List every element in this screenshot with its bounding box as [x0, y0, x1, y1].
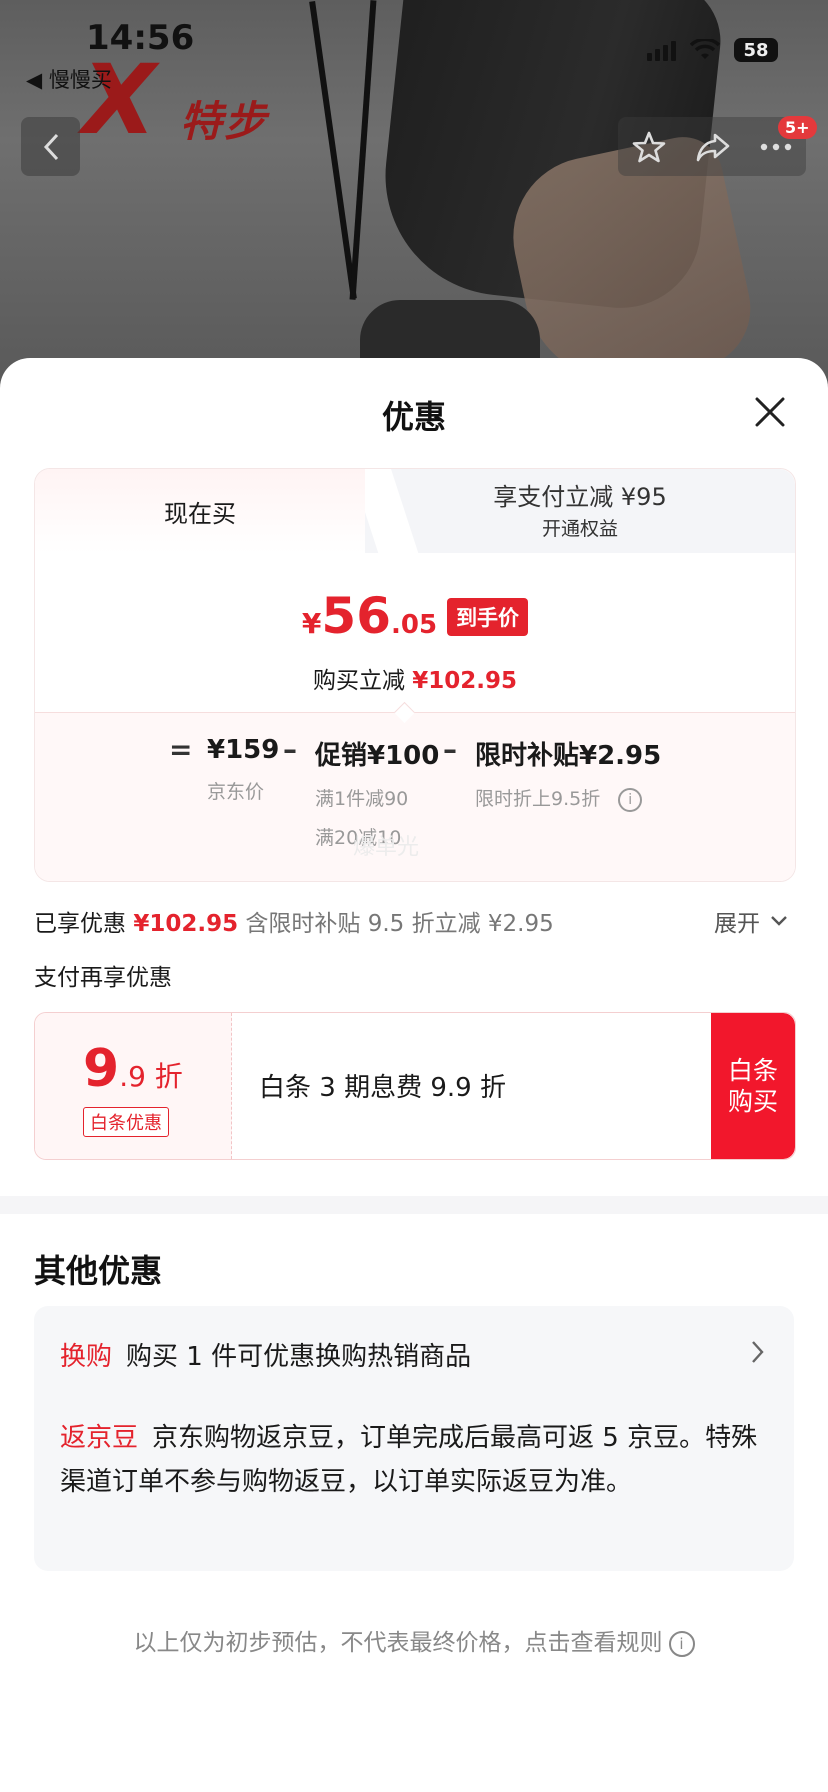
more-badge: 5+ — [778, 116, 817, 139]
promo-rule-1: 满1件减90 — [315, 788, 409, 810]
shoelace-shape — [349, 0, 377, 300]
equals-sign: = — [169, 733, 193, 766]
discount-sheet: 优惠 享支付立减 ¥95 开通权益 现在买 ¥56.05 到手价 购买立减 ¥1… — [0, 358, 828, 1792]
status-time: 14:56 — [86, 18, 195, 58]
price-breakdown: = ¥159 京东价 – 促销¥100 满1件减90 满20减10 – 限时补贴… — [35, 713, 795, 881]
section-divider — [0, 1196, 828, 1214]
shoelace-shape — [309, 1, 357, 299]
tab-pay-benefit[interactable]: 享支付立减 ¥95 开通权益 — [365, 469, 795, 553]
enjoyed-discount: 已享优惠 ¥102.95 含限时补贴 9.5 折立减 ¥2.95 — [34, 904, 554, 938]
other-offers-title: 其他优惠 — [34, 1252, 163, 1290]
swap-offer-row[interactable]: 换购 购买 1 件可优惠换购热销商品 — [60, 1336, 471, 1373]
swap-text: 购买 1 件可优惠换购热销商品 — [126, 1342, 472, 1372]
buy-line-2: 购买 — [727, 1087, 778, 1116]
sheet-title: 优惠 — [381, 398, 446, 436]
promo-amount: 促销¥100 — [315, 741, 440, 771]
expand-button[interactable]: 展开 — [714, 904, 788, 938]
subsidy-item: 限时补贴¥2.95 限时折上9.5折 i — [475, 735, 661, 812]
more-icon[interactable] — [760, 142, 792, 152]
jingdou-label: 返京豆 — [60, 1423, 139, 1453]
status-icons: 58 — [647, 38, 778, 62]
close-icon[interactable] — [752, 394, 788, 430]
enjoyed-label: 已享优惠 — [34, 911, 126, 937]
saving-amount: ¥102.95 — [412, 668, 518, 694]
tab-pay-subtitle: 开通权益 — [541, 518, 618, 540]
baitiao-buy-button[interactable]: 白条 购买 — [711, 1013, 795, 1159]
tab-buy-now[interactable]: 现在买 — [35, 469, 365, 553]
watermark-text: 爆单光 — [353, 835, 420, 860]
wifi-icon — [690, 39, 720, 59]
brand-logo-name: 特步 — [180, 97, 269, 146]
rules-disclaimer[interactable]: 以上仅为初步预估，不代表最终价格，点击查看规则 i — [0, 1623, 828, 1657]
back-button[interactable] — [21, 117, 80, 176]
enjoyed-note: 含限时补贴 9.5 折立减 ¥2.95 — [245, 911, 554, 937]
baitiao-description: 白条 3 期息费 9.9 折 — [259, 1073, 506, 1103]
instant-saving: 购买立减 ¥102.95 — [35, 661, 795, 695]
expand-label: 展开 — [714, 911, 760, 937]
jingdou-offer-row: 返京豆 京东购物返京豆，订单完成后最高可返 5 京豆。特殊渠道订单不参与购物返豆，… — [60, 1416, 760, 1504]
chevron-right-icon[interactable] — [750, 1338, 766, 1366]
back-to-app-link[interactable]: ◀ 慢慢买 — [26, 64, 112, 94]
star-icon[interactable] — [632, 130, 666, 164]
baitiao-discount: 9.9 折 — [83, 1039, 183, 1099]
share-icon[interactable] — [695, 131, 731, 163]
baitiao-offer-card[interactable]: 9.9 折 白条优惠 白条 3 期息费 9.9 折 白条 购买 — [34, 1012, 796, 1160]
saving-label: 购买立减 — [312, 668, 405, 694]
price-integer: 56 — [321, 587, 391, 645]
chevron-left-icon — [43, 133, 58, 160]
enjoyed-amount: ¥102.95 — [133, 911, 239, 937]
signal-icon — [647, 39, 676, 61]
price-card: 享支付立减 ¥95 开通权益 现在买 ¥56.05 到手价 购买立减 ¥102.… — [34, 468, 796, 882]
info-icon[interactable]: i — [668, 1630, 695, 1657]
buy-line-1: 白条 — [727, 1055, 778, 1085]
tab-pay-title: 享支付立减 ¥95 — [493, 483, 667, 511]
battery-icon: 58 — [734, 38, 778, 62]
price-decimal: .05 — [391, 610, 438, 640]
minus-sign: – — [443, 733, 457, 766]
jingdou-text: 京东购物返京豆，订单完成后最高可返 5 京豆。特殊渠道订单不参与购物返豆，以订单… — [60, 1423, 758, 1497]
price-currency: ¥ — [301, 607, 322, 640]
final-price-tag: 到手价 — [447, 598, 529, 636]
discount-small: .9 折 — [119, 1060, 183, 1093]
baitiao-tag: 白条优惠 — [83, 1107, 169, 1137]
jd-price: ¥159 — [207, 735, 280, 765]
swap-label: 换购 — [60, 1342, 113, 1372]
final-price: ¥56.05 — [302, 587, 437, 645]
subsidy-rule-text: 限时折上9.5折 — [475, 788, 601, 810]
other-offers-box: 换购 购买 1 件可优惠换购热销商品 返京豆 京东购物返京豆，订单完成后最高可返 5… — [34, 1306, 794, 1571]
pay-more-title: 支付再享优惠 — [34, 965, 172, 991]
info-icon[interactable]: i — [618, 787, 643, 812]
subsidy-rule: 限时折上9.5折 i — [475, 784, 661, 812]
jd-price-item: ¥159 京东价 — [207, 735, 279, 804]
jd-price-label: 京东价 — [207, 781, 265, 803]
chevron-down-icon — [771, 916, 787, 926]
baitiao-discount-panel: 9.9 折 白条优惠 — [35, 1013, 232, 1159]
minus-sign: – — [283, 733, 297, 766]
final-price-row: ¥56.05 到手价 — [35, 587, 795, 645]
disclaimer-text: 以上仅为初步预估，不代表最终价格，点击查看规则 — [133, 1630, 663, 1656]
discount-big: 9 — [83, 1039, 120, 1099]
subsidy-amount: 限时补贴¥2.95 — [475, 741, 662, 771]
